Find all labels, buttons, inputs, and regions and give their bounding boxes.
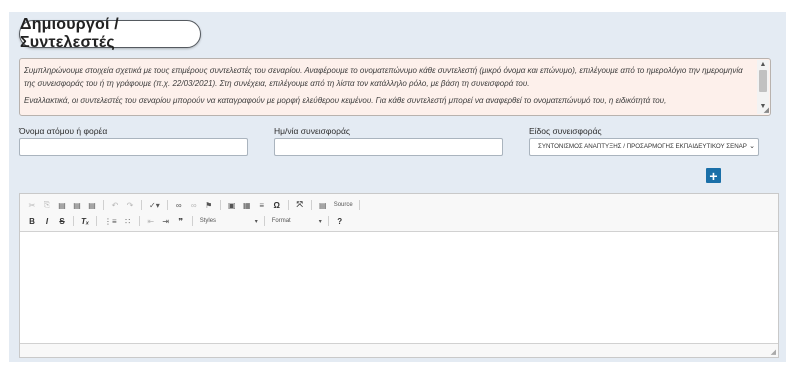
source-icon[interactable]: ▤ — [319, 201, 327, 210]
spellcheck-icon[interactable]: ✓▾ — [149, 201, 160, 210]
help-paragraph-1: Συμπληρώνουμε στοιχεία σχετικά με τους ε… — [24, 66, 743, 88]
help-paragraph-2: Εναλλακτικά, οι συντελεστές του σεναρίου… — [24, 96, 667, 106]
type-select-value: ΣΥΝΤΟΝΙΣΜΟΣ ΑΝΑΠΤΥΞΗΣ / ΠΡΟΣΑΡΜΟΓΗΣ ΕΚΠΑ… — [538, 143, 747, 150]
horizontal-line-icon[interactable]: ≡ — [258, 201, 266, 210]
person-label: Όνομα ατόμου ή φορέα — [19, 126, 108, 136]
numbered-list-icon[interactable]: ⋮≡ — [104, 217, 117, 226]
editor-status-bar: ◢ — [20, 343, 778, 357]
special-char-icon[interactable]: Ω — [273, 201, 281, 210]
resize-grip-icon[interactable]: ◢ — [764, 107, 769, 114]
link-icon[interactable]: ∞ — [175, 201, 183, 210]
help-scrollbar[interactable]: ▲ ▼ — [757, 60, 769, 114]
resize-grip-icon[interactable]: ◢ — [771, 348, 776, 356]
rich-text-editor[interactable]: ✂ ⎘ ▤ ▤ ▤ ↶ ↷ ✓▾ ∞ ∞ ⚑ ▣ ▦ ≡ Ω ⤧ ▤ Sourc… — [19, 193, 779, 358]
date-input[interactable] — [274, 138, 503, 156]
table-icon[interactable]: ▦ — [243, 201, 251, 210]
outdent-icon[interactable]: ⇤ — [147, 217, 155, 226]
chevron-down-icon: ⌄ — [748, 139, 755, 155]
person-input[interactable] — [19, 138, 248, 156]
add-contributor-button[interactable]: + — [706, 168, 721, 183]
image-icon[interactable]: ▣ — [228, 201, 236, 210]
indent-icon[interactable]: ⇥ — [162, 217, 170, 226]
maximize-icon[interactable]: ⤧ — [296, 200, 304, 210]
blockquote-icon[interactable]: ❞ — [177, 217, 185, 226]
styles-dropdown-label: Styles — [199, 217, 217, 224]
cut-icon[interactable]: ✂ — [28, 201, 36, 210]
chevron-down-icon: ▾ — [318, 218, 322, 225]
styles-dropdown[interactable]: Styles ▾ — [200, 218, 258, 225]
scroll-up-icon[interactable]: ▲ — [757, 60, 769, 70]
editor-toolbar: ✂ ⎘ ▤ ▤ ▤ ↶ ↷ ✓▾ ∞ ∞ ⚑ ▣ ▦ ≡ Ω ⤧ ▤ Sourc… — [20, 194, 778, 232]
paste-icon[interactable]: ▤ — [58, 201, 66, 210]
scroll-thumb[interactable] — [759, 70, 767, 92]
help-text: Συμπληρώνουμε στοιχεία σχετικά με τους ε… — [24, 65, 752, 113]
italic-icon[interactable]: I — [43, 217, 51, 226]
format-dropdown[interactable]: Format ▾ — [272, 218, 322, 225]
date-label: Ημ/νία συνεισφοράς — [274, 126, 350, 136]
remove-format-icon[interactable]: Tₓ — [81, 217, 89, 226]
help-icon[interactable]: ? — [336, 217, 344, 226]
help-textarea[interactable]: Συμπληρώνουμε στοιχεία σχετικά με τους ε… — [19, 58, 771, 116]
undo-icon[interactable]: ↶ — [111, 201, 119, 210]
copy-icon[interactable]: ⎘ — [43, 200, 51, 210]
toolbar-row-2: B I S Tₓ ⋮≡ ∷ ⇤ ⇥ ❞ Styles ▾ Format ▾ ? — [28, 214, 351, 228]
source-button-label[interactable]: Source — [334, 202, 353, 208]
toolbar-row-1: ✂ ⎘ ▤ ▤ ▤ ↶ ↷ ✓▾ ∞ ∞ ⚑ ▣ ▦ ≡ Ω ⤧ ▤ Sourc… — [28, 198, 367, 212]
format-dropdown-label: Format — [271, 217, 291, 224]
redo-icon[interactable]: ↷ — [126, 201, 134, 210]
type-label: Είδος συνεισφοράς — [529, 126, 602, 136]
editor-content-area[interactable] — [20, 232, 778, 343]
chevron-down-icon: ▾ — [254, 218, 258, 225]
paste-word-icon[interactable]: ▤ — [88, 201, 96, 210]
type-select[interactable]: ΣΥΝΤΟΝΙΣΜΟΣ ΑΝΑΠΤΥΞΗΣ / ΠΡΟΣΑΡΜΟΓΗΣ ΕΚΠΑ… — [529, 138, 759, 156]
paste-text-icon[interactable]: ▤ — [73, 201, 81, 210]
strikethrough-icon[interactable]: S — [58, 217, 66, 226]
section-title: Δημιουργοί / Συντελεστές — [19, 16, 201, 51]
bulleted-list-icon[interactable]: ∷ — [124, 217, 132, 226]
unlink-icon[interactable]: ∞ — [190, 201, 198, 210]
anchor-flag-icon[interactable]: ⚑ — [205, 201, 213, 210]
bold-icon[interactable]: B — [28, 217, 36, 226]
